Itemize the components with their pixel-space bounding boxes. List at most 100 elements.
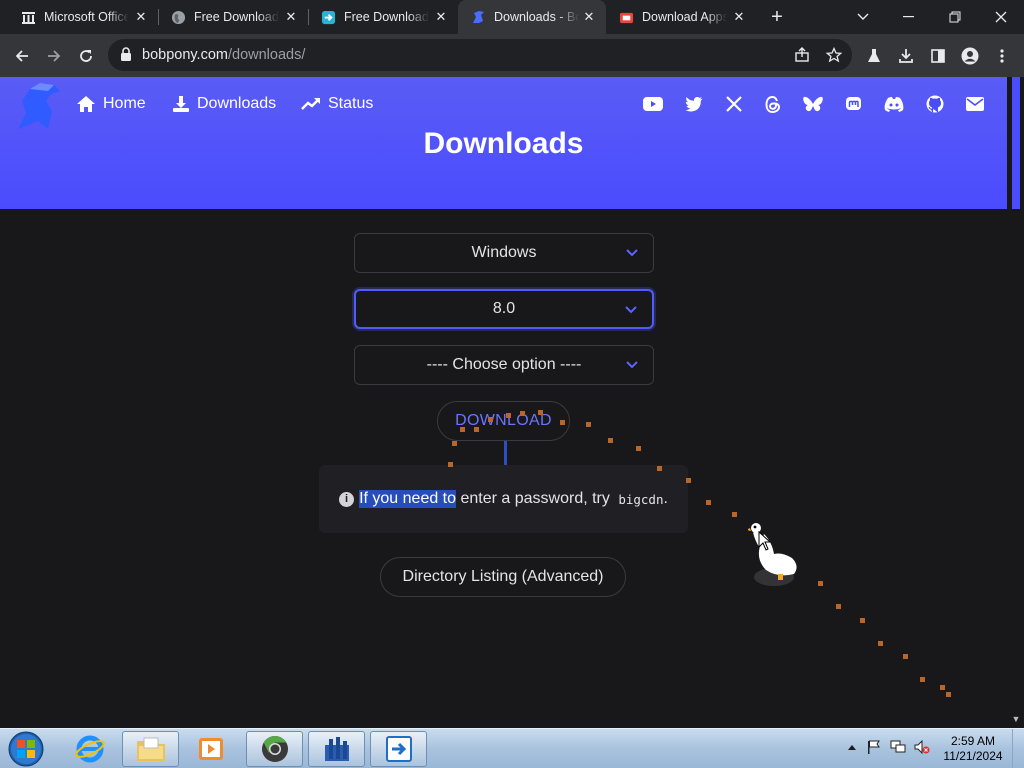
remote-app-icon[interactable] (370, 731, 427, 767)
version-select[interactable]: 8.0 (354, 289, 654, 329)
lock-icon[interactable] (120, 47, 132, 66)
tab-downloads-bobpony[interactable]: Downloads - BobPony ✕ (458, 0, 606, 34)
nav-status[interactable]: Status (301, 93, 373, 115)
globe-icon (170, 9, 186, 25)
close-tab-icon[interactable]: ✕ (434, 10, 448, 24)
page-scrollbar[interactable]: ▼ (1007, 77, 1024, 728)
back-button[interactable] (8, 42, 36, 70)
forward-button[interactable] (40, 42, 68, 70)
labs-flask-icon[interactable] (860, 42, 888, 70)
close-tab-icon[interactable]: ✕ (134, 10, 148, 24)
tab-title: Download Apps (642, 10, 727, 24)
mouse-cursor-icon (758, 531, 772, 551)
chevron-down-icon (626, 361, 638, 369)
scroll-down-arrow[interactable]: ▼ (1011, 714, 1021, 724)
discord-icon[interactable] (883, 93, 905, 115)
restore-button[interactable] (932, 0, 978, 34)
nav-status-label: Status (328, 95, 374, 112)
minimize-button[interactable] (886, 0, 932, 34)
media-player-icon[interactable] (182, 731, 239, 767)
tab-search-icon[interactable] (840, 0, 886, 34)
threads-icon[interactable] (762, 93, 784, 115)
tab-free-download-1[interactable]: Free Download ✕ (158, 0, 308, 34)
store-app-icon[interactable] (308, 731, 365, 767)
close-window-button[interactable] (978, 0, 1024, 34)
footprint (586, 422, 591, 427)
chevron-down-icon (626, 249, 638, 257)
address-bar[interactable]: bobpony.com/downloads/ (108, 39, 852, 71)
footprint (836, 604, 841, 609)
tab-title: Free Download (194, 10, 279, 24)
footprint (460, 427, 465, 432)
site-navbar: Home Downloads Status (0, 77, 1007, 131)
footprint (686, 478, 691, 483)
directory-listing-button[interactable]: Directory Listing (Advanced) (380, 557, 626, 597)
show-desktop-button[interactable] (1012, 729, 1024, 768)
clock-date: 11/21/2024 (943, 749, 1003, 763)
browser-toolbar: bobpony.com/downloads/ (0, 34, 1024, 77)
new-tab-button[interactable]: + (766, 6, 788, 28)
profile-avatar-icon[interactable] (956, 42, 984, 70)
nav-downloads[interactable]: Downloads (172, 93, 276, 115)
tab-title: Microsoft Office (44, 10, 129, 24)
option-select-value: ---- Choose option ---- (426, 356, 582, 373)
nav-home[interactable]: Home (76, 93, 146, 115)
chrome-icon[interactable] (246, 731, 303, 767)
internet-explorer-icon[interactable] (61, 731, 118, 767)
desktop-goose[interactable] (746, 522, 804, 592)
store-icon (618, 9, 634, 25)
close-tab-icon[interactable]: ✕ (732, 10, 746, 24)
bobpony-logo[interactable] (12, 79, 64, 131)
side-panel-icon[interactable] (924, 42, 952, 70)
option-select[interactable]: ---- Choose option ---- (354, 345, 654, 385)
volume-muted-icon[interactable] (914, 739, 930, 755)
footprint (636, 446, 641, 451)
footprint (920, 677, 925, 682)
tooltip-pointer (504, 441, 507, 465)
footprint (878, 641, 883, 646)
footprint (520, 411, 525, 416)
arrow-app-icon (320, 9, 336, 25)
footprint (506, 413, 511, 418)
nav-downloads-label: Downloads (197, 95, 277, 112)
footprint (560, 420, 565, 425)
share-icon[interactable] (788, 41, 816, 69)
bluesky-icon[interactable] (802, 93, 824, 115)
reload-button[interactable] (72, 42, 100, 70)
file-explorer-icon[interactable] (122, 731, 179, 767)
columns-icon (20, 9, 36, 25)
taskbar: 2:59 AM 11/21/2024 (0, 728, 1024, 768)
close-tab-icon[interactable]: ✕ (582, 10, 596, 24)
more-menu-icon[interactable] (988, 42, 1016, 70)
page-title: Downloads (423, 127, 584, 160)
url-text: bobpony.com/downloads/ (142, 47, 305, 63)
clock-time: 2:59 AM (950, 734, 996, 748)
os-select-value: Windows (471, 244, 537, 261)
mastodon-icon[interactable] (842, 93, 864, 115)
network-icon[interactable] (890, 739, 906, 755)
footprint (608, 438, 613, 443)
tab-free-download-2[interactable]: Free Download ✕ (308, 0, 458, 34)
version-select-value: 8.0 (492, 300, 516, 317)
close-tab-icon[interactable]: ✕ (284, 10, 298, 24)
scrollbar-thumb[interactable] (1012, 77, 1020, 209)
twitter-icon[interactable] (683, 93, 705, 115)
footprint (474, 427, 479, 432)
mail-icon[interactable] (964, 93, 986, 115)
selected-text: If you need to (359, 490, 457, 508)
footprint (903, 654, 908, 659)
action-center-flag-icon[interactable] (866, 739, 882, 755)
tab-microsoft-office[interactable]: Microsoft Office ✕ (8, 0, 158, 34)
bookmark-star-icon[interactable] (820, 41, 848, 69)
x-icon[interactable] (723, 93, 745, 115)
github-icon[interactable] (924, 93, 946, 115)
download-button[interactable]: DOWNLOAD (437, 401, 570, 441)
os-select[interactable]: Windows (354, 233, 654, 273)
downloads-icon[interactable] (892, 42, 920, 70)
page-content: Home Downloads Status Downloads Windows … (0, 77, 1007, 728)
start-button[interactable] (6, 730, 46, 768)
tab-download-apps[interactable]: Download Apps ✕ (606, 0, 756, 34)
show-hidden-icons[interactable] (844, 739, 860, 755)
system-clock[interactable]: 2:59 AM 11/21/2024 (936, 734, 1010, 764)
youtube-icon[interactable] (642, 93, 664, 115)
